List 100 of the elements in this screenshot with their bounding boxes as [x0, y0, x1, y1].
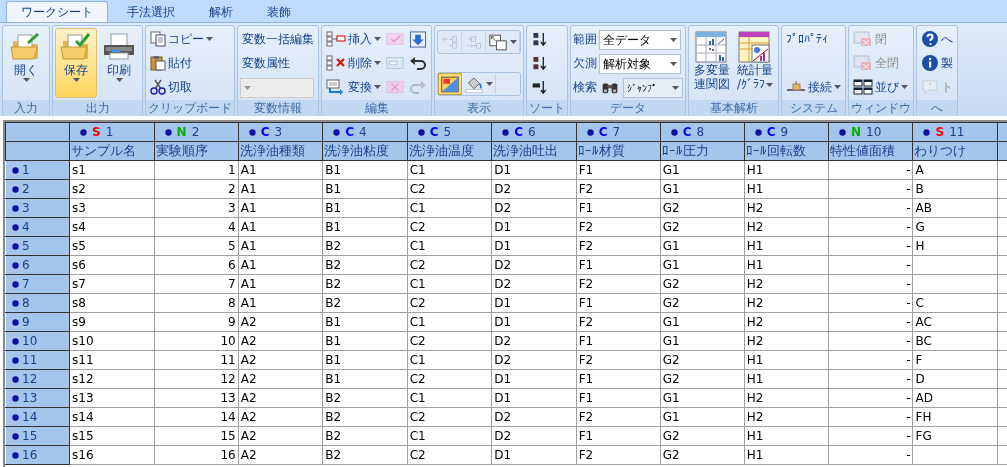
table-cell: A1 — [238, 217, 323, 237]
column-header[interactable]: N 10 — [828, 122, 913, 142]
table-cell: B1 — [322, 312, 408, 332]
type-label: C — [514, 125, 523, 139]
group-label: データ — [571, 100, 685, 116]
column-header[interactable]: C 8 — [660, 122, 745, 142]
paint-bucket-icon[interactable] — [465, 75, 483, 93]
dropdown-field[interactable]: 全データ — [599, 30, 681, 50]
column-header[interactable]: C 5 — [407, 122, 492, 142]
table-cell: B2 — [322, 388, 408, 408]
paste-button[interactable]: 貼付 — [148, 52, 215, 74]
undo-icon[interactable] — [409, 55, 427, 71]
dropdown-field[interactable]: 解析対象 — [599, 54, 681, 74]
save-button[interactable]: 保存 — [55, 28, 97, 98]
table-cell: C2 — [407, 255, 492, 275]
tile-button[interactable]: 並び — [851, 76, 910, 98]
dot-icon — [12, 223, 19, 231]
table-cell: s9 — [69, 312, 155, 332]
table-cell: H1 — [744, 369, 829, 389]
table-cell: G1 — [660, 407, 745, 427]
column-header[interactable]: C 4 — [322, 122, 408, 142]
dot-icon — [417, 128, 425, 136]
table-cell: D1 — [491, 369, 577, 389]
field-label: 検索 — [573, 78, 597, 96]
column-header[interactable]: S 11 — [913, 122, 998, 142]
printer-icon — [102, 31, 136, 63]
column-header[interactable]: C 3 — [238, 122, 323, 142]
dot-icon — [12, 356, 19, 364]
dot-icon — [12, 261, 19, 269]
help-button[interactable]: へ — [919, 28, 955, 50]
table-cell: G2 — [660, 274, 745, 294]
column-header[interactable]: S 1 — [69, 122, 155, 142]
table-cell: F1 — [576, 426, 661, 446]
table-cell: - — [828, 236, 913, 256]
table-cell: F2 — [576, 274, 661, 294]
table-cell: s5 — [69, 236, 155, 256]
group-label: システム — [782, 100, 845, 116]
table-cell: 12 — [154, 369, 239, 389]
column-header[interactable]: C 6 — [491, 122, 577, 142]
table-cell: B2 — [322, 236, 408, 256]
table-cell: s15 — [69, 426, 155, 446]
info-button[interactable]: 製 — [919, 52, 955, 74]
table-cell: A1 — [238, 160, 323, 180]
table-cell: D2 — [491, 350, 577, 370]
ribbon-tab[interactable]: ワークシート — [6, 1, 108, 22]
cut-button[interactable]: 切取 — [148, 76, 215, 98]
table-cell: D2 — [491, 255, 577, 275]
print-button[interactable]: 印刷 — [98, 28, 140, 98]
sort-icon[interactable] — [531, 78, 549, 96]
table-cell: F2 — [576, 312, 661, 332]
field-label: 範囲 — [573, 30, 597, 48]
connect-button[interactable]: 接続 — [784, 76, 843, 98]
ribbon-tab[interactable]: 装飾 — [252, 1, 306, 22]
resize-icon[interactable] — [489, 33, 507, 51]
delete-button[interactable]: 削除 — [324, 52, 383, 74]
chart-button[interactable]: 多変量 連関図 — [691, 28, 733, 98]
table-cell: 11 — [154, 350, 239, 370]
table-cell: G1 — [660, 179, 745, 199]
chart-button[interactable]: 統計量 /ｸﾞﾗﾌ — [734, 28, 776, 98]
table-cell: A — [913, 160, 998, 180]
table-cell: B2 — [322, 255, 408, 275]
convert-button[interactable]: 変換 — [324, 76, 383, 98]
table-cell: H1 — [744, 179, 829, 199]
format-icon[interactable] — [441, 75, 459, 93]
sort-icon[interactable] — [531, 54, 549, 72]
sort-icon[interactable] — [531, 30, 549, 48]
group-label: 変数情報 — [238, 100, 318, 116]
table-cell: G2 — [660, 217, 745, 237]
table-cell: H1 — [744, 236, 829, 256]
table-cell: - — [828, 255, 913, 275]
group-label: ソート — [527, 100, 567, 116]
table-cell: FG — [913, 426, 998, 446]
table-cell: A1 — [238, 179, 323, 199]
copy-button[interactable]: コピー — [148, 28, 215, 50]
table-cell: G2 — [660, 445, 745, 465]
table-cell: B2 — [322, 293, 408, 313]
dropdown-field[interactable]: ｼﾞｬﾝﾌﾟ — [623, 78, 683, 98]
table-cell: - — [828, 388, 913, 408]
dot-icon — [12, 375, 19, 383]
open-button[interactable]: 開く — [5, 28, 47, 98]
ribbon-tab[interactable]: 手法選択 — [112, 1, 190, 22]
ribbon-tab[interactable]: 解析 — [194, 1, 248, 22]
column-header[interactable]: C 9 — [744, 122, 829, 142]
column-header[interactable]: N 2 — [154, 122, 239, 142]
table-cell: D2 — [491, 274, 577, 294]
close-window-icon — [853, 31, 873, 47]
menu-button[interactable]: ﾌﾟﾛﾊﾟﾃｨ — [784, 28, 843, 50]
arrow-down-icon[interactable] — [409, 30, 427, 48]
insert-button[interactable]: 挿入 — [324, 28, 383, 50]
type-label: S — [92, 125, 101, 139]
table-cell: C2 — [407, 293, 492, 313]
table-cell: H2 — [744, 217, 829, 237]
table-cell: A1 — [238, 255, 323, 275]
column-number: 4 — [359, 125, 367, 139]
table-cell: - — [828, 445, 913, 465]
table-cell: 13 — [154, 388, 239, 408]
menu-button[interactable]: 変数一括編集 — [240, 28, 316, 50]
menu-button[interactable]: 変数属性 — [240, 52, 316, 74]
table-cell: 6 — [154, 255, 239, 275]
column-header[interactable]: C 7 — [576, 122, 661, 142]
